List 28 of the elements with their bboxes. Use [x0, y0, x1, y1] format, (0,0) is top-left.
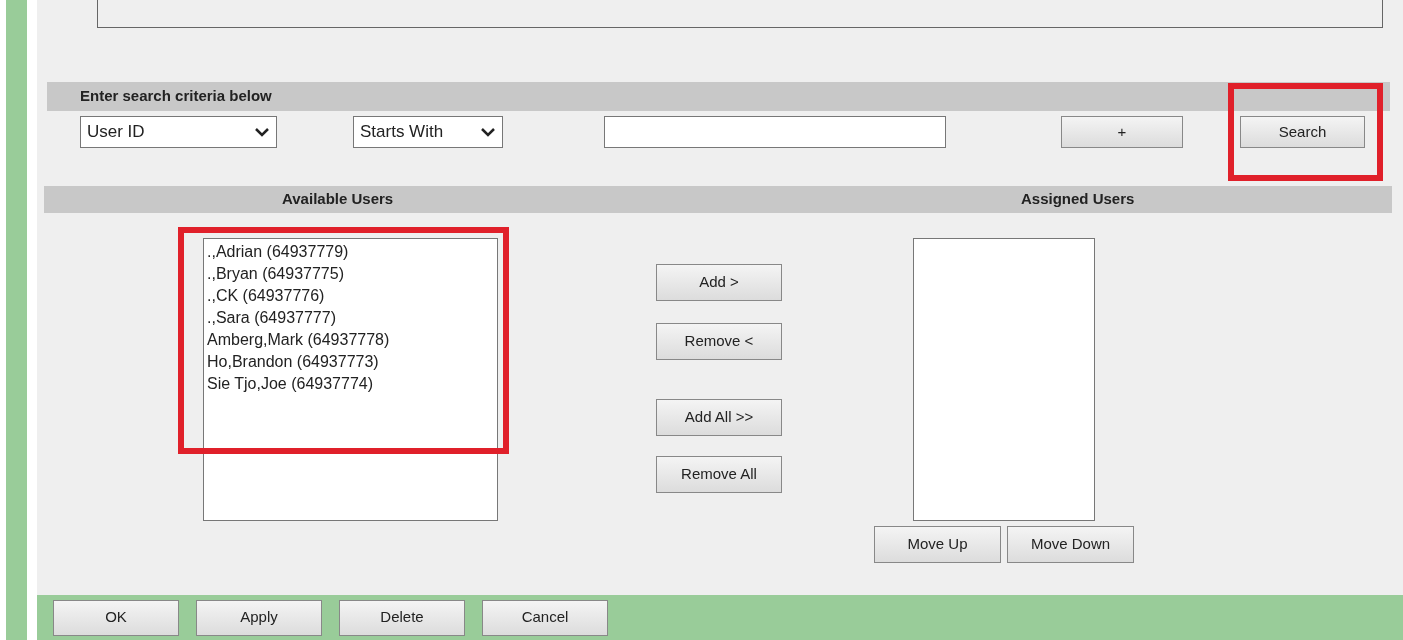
list-item[interactable]: Ho,Brandon (64937773) [207, 351, 494, 373]
move-button[interactable]: Move Up [874, 526, 1001, 563]
dropdown[interactable]: Starts With [353, 116, 503, 148]
add-criteria-button[interactable]: + [1061, 116, 1183, 148]
chevron-down-icon [480, 126, 496, 138]
column-heading: Assigned Users [1021, 189, 1135, 210]
list-item[interactable]: .,CK (64937776) [207, 285, 494, 307]
transfer-button[interactable]: Add > [656, 264, 782, 301]
column-heading: Available Users [282, 189, 394, 210]
available-users-list[interactable]: .,Adrian (64937779) .,Bryan (64937775) .,CK (64937776) .,Sara (64937777) Amberg,Mark (64937778) Ho,Brandon (64937773) Sie Tjo,Joe (64937774) [203, 238, 498, 521]
footer-button[interactable]: Cancel [482, 599, 608, 636]
list-item[interactable]: .,Adrian (64937779) [207, 241, 494, 263]
search-button[interactable]: Search [1240, 116, 1365, 148]
move-button[interactable]: Move Down [1007, 526, 1134, 563]
footer-button[interactable]: Delete [339, 599, 465, 636]
footer-button[interactable]: Apply [196, 599, 322, 636]
chevron-down-icon [254, 126, 270, 138]
section-heading: Enter search criteria below [80, 86, 272, 107]
transfer-button[interactable]: Add All >> [656, 399, 782, 436]
dropdown[interactable]: User ID [80, 116, 277, 148]
list-item[interactable]: .,Bryan (64937775) [207, 263, 494, 285]
list-item[interactable]: Amberg,Mark (64937778) [207, 329, 494, 351]
transfer-button[interactable]: Remove All [656, 456, 782, 493]
list-item[interactable]: .,Sara (64937777) [207, 307, 494, 329]
search-input[interactable] [604, 116, 946, 148]
transfer-button[interactable]: Remove < [656, 323, 782, 360]
footer-button[interactable]: OK [53, 599, 179, 636]
list-item[interactable]: Sie Tjo,Joe (64937774) [207, 373, 494, 395]
